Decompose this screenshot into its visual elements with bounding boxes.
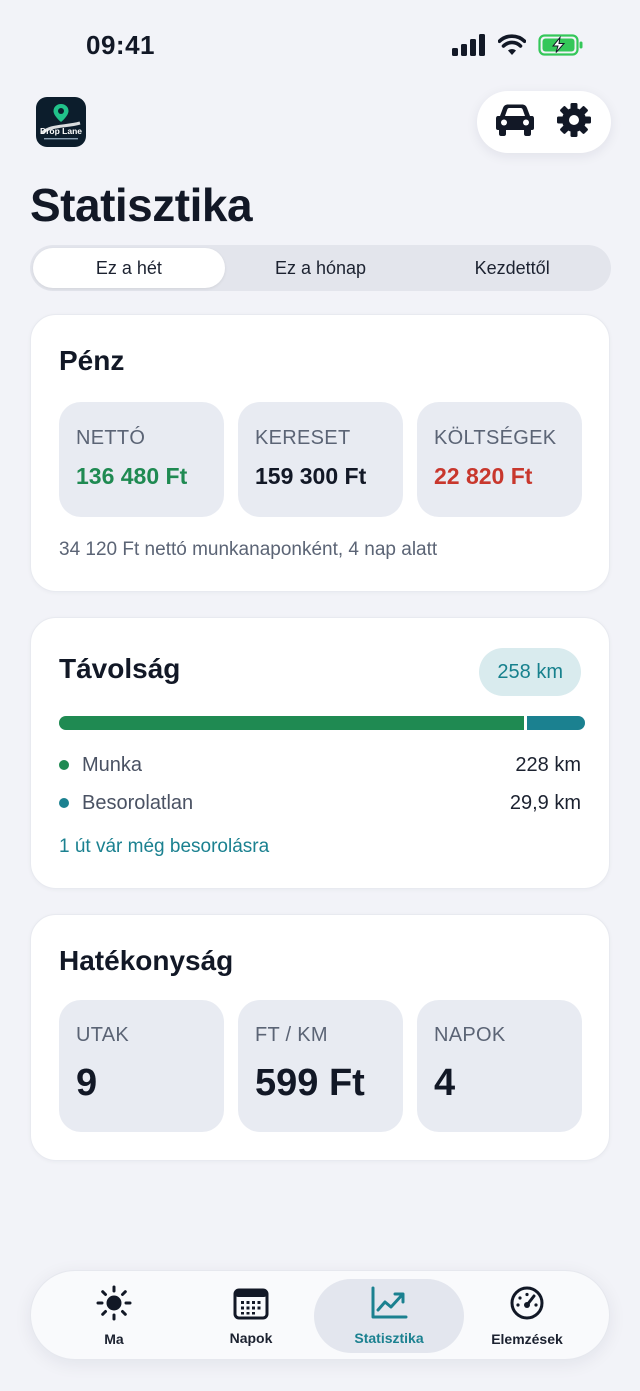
signal-icon (452, 34, 486, 61)
nav-label-today: Ma (104, 1331, 124, 1347)
legend-value-unclassified: 29,9 km (509, 791, 581, 814)
distance-progress-bar (59, 716, 585, 730)
days-label: NAPOK (434, 1024, 506, 1046)
legend-value-work: 228 km (515, 753, 581, 776)
gear-icon (556, 102, 592, 143)
nav-label-analyses: Elemzések (491, 1331, 563, 1347)
logo-wordmark: Drop Lane (40, 126, 82, 136)
net-label: NETTÓ (76, 427, 146, 449)
costs-tile: KÖLTSÉGEK 22 820 Ft (417, 402, 582, 517)
net-tile: NETTÓ 136 480 Ft (59, 402, 224, 517)
earned-label: KERESET (255, 427, 351, 449)
nav-item-analyses[interactable]: Elemzések (452, 1279, 602, 1353)
legend-dot-work (59, 760, 69, 770)
trips-value: 9 (76, 1062, 98, 1104)
legend-dot-unclassified (59, 798, 69, 808)
car-icon (495, 103, 535, 142)
days-value: 4 (434, 1062, 456, 1104)
distance-total-badge: 258 km (479, 648, 581, 696)
money-card: Pénz NETTÓ 136 480 Ft KERESET 159 300 Ft… (30, 314, 610, 592)
distance-card-title: Távolság (59, 653, 181, 684)
speedometer-icon (509, 1285, 545, 1326)
segment-since-start[interactable]: Kezdettől (416, 248, 608, 288)
chart-icon (370, 1286, 408, 1325)
legend-row-unclassified: Besorolatlan 29,9 km (59, 791, 581, 815)
nav-item-days[interactable]: Napok (176, 1279, 326, 1353)
money-summary-note: 34 120 Ft nettó munkanaponként, 4 nap al… (59, 539, 438, 560)
header-actions (477, 91, 611, 153)
settings-button[interactable] (549, 97, 599, 147)
distance-bar-unclassified-segment (526, 716, 585, 730)
costs-value: 22 820 Ft (434, 463, 533, 489)
nav-label-statistics: Statisztika (354, 1330, 424, 1346)
trips-tile: UTAK 9 (59, 1000, 224, 1132)
earned-value: 159 300 Ft (255, 463, 367, 489)
statistics-screen: 09:41 Drop Lane Statisztika Ez a hét Ez … (0, 0, 640, 1391)
distance-card: Távolság 258 km Munka 228 km Besorolatla… (30, 617, 610, 889)
status-icons (452, 34, 584, 61)
segment-this-month[interactable]: Ez a hónap (225, 248, 417, 288)
money-card-title: Pénz (59, 345, 125, 376)
nav-item-today[interactable]: Ma (39, 1279, 189, 1353)
distance-bar-work-segment (59, 716, 524, 730)
nav-item-statistics[interactable]: Statisztika (314, 1279, 464, 1353)
costs-label: KÖLTSÉGEK (434, 427, 557, 449)
sun-icon (96, 1285, 132, 1326)
trips-label: UTAK (76, 1024, 130, 1046)
page-title: Statisztika (30, 179, 253, 231)
ft-per-km-tile: FT / KM 599 Ft (238, 1000, 403, 1132)
days-tile: NAPOK 4 (417, 1000, 582, 1132)
nav-label-days: Napok (229, 1330, 273, 1346)
status-time: 09:41 (86, 30, 155, 60)
vehicle-button[interactable] (490, 97, 540, 147)
efficiency-card: Hatékonyság UTAK 9 FT / KM 599 Ft NAPOK … (30, 914, 610, 1161)
ft-per-km-label: FT / KM (255, 1024, 328, 1046)
ft-per-km-value: 599 Ft (255, 1062, 365, 1104)
legend-label-unclassified: Besorolatlan (82, 791, 194, 814)
earned-tile: KERESET 159 300 Ft (238, 402, 403, 517)
pending-trips-link[interactable]: 1 út vár még besorolásra (59, 836, 269, 858)
legend-row-work: Munka 228 km (59, 753, 581, 777)
period-segmented-control: Ez a hét Ez a hónap Kezdettől (30, 245, 611, 291)
calendar-icon (233, 1286, 269, 1325)
bottom-navigation: Ma Napok Statisztika Elemzések (30, 1270, 610, 1360)
segment-this-week[interactable]: Ez a hét (33, 248, 225, 288)
legend-label-work: Munka (82, 753, 143, 776)
app-logo: Drop Lane (36, 97, 86, 147)
net-value: 136 480 Ft (76, 463, 188, 489)
efficiency-card-title: Hatékonyság (59, 945, 234, 976)
battery-charging-icon (538, 34, 584, 61)
wifi-icon (497, 34, 527, 61)
